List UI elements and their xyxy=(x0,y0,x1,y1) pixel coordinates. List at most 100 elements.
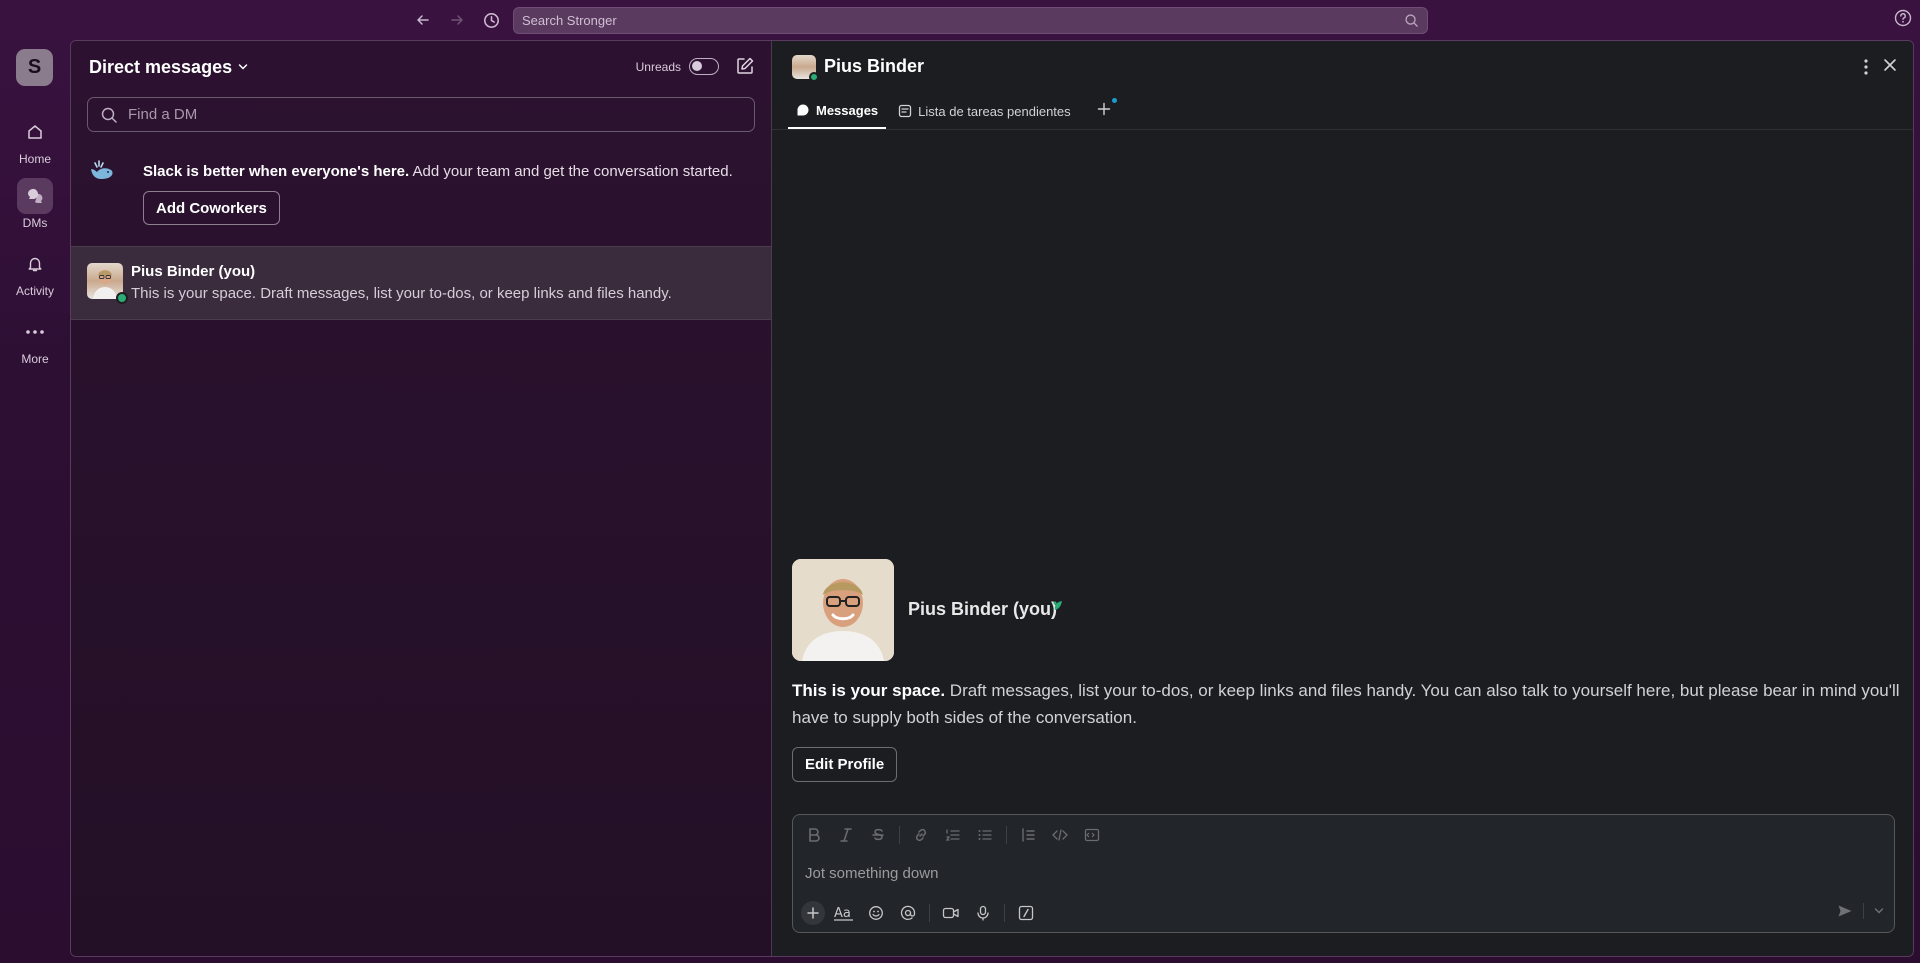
unreads-label: Unreads xyxy=(635,59,681,74)
conversation-title[interactable]: Pius Binder xyxy=(824,56,924,77)
italic-button[interactable] xyxy=(833,823,859,847)
arrow-right-icon xyxy=(451,15,463,25)
toolbar-separator xyxy=(1006,826,1007,844)
search-icon xyxy=(1405,14,1418,27)
forward-button[interactable] xyxy=(444,8,470,32)
profile-photo[interactable] xyxy=(792,559,894,661)
plus-icon xyxy=(807,907,819,919)
bold-icon xyxy=(809,828,820,842)
history-button[interactable] xyxy=(478,8,504,32)
link-icon xyxy=(915,828,927,842)
add-tab-button[interactable] xyxy=(1097,97,1117,121)
svg-text:Aa: Aa xyxy=(834,906,851,921)
ordered-list-button[interactable] xyxy=(940,823,966,847)
search-placeholder: Search Stronger xyxy=(522,13,617,28)
code-block-button[interactable] xyxy=(1079,823,1105,847)
blockquote-button[interactable] xyxy=(1015,823,1041,847)
video-clip-button[interactable] xyxy=(938,901,964,925)
dm-list-title[interactable]: Direct messages xyxy=(89,57,232,78)
tab-messages[interactable]: Messages xyxy=(788,93,887,129)
edit-profile-button[interactable]: Edit Profile xyxy=(792,747,898,782)
find-dm-input[interactable]: Find a DM xyxy=(87,97,755,132)
code-icon xyxy=(1052,829,1068,841)
message-input[interactable]: Jot something down xyxy=(805,865,938,882)
intro-text: This is your space. Draft messages, list… xyxy=(792,677,1912,731)
blockquote-icon xyxy=(1022,828,1035,842)
profile-name[interactable]: Pius Binder (you) xyxy=(908,599,1057,620)
whale-icon xyxy=(91,160,113,179)
canvas-doc-icon xyxy=(899,104,912,118)
emoji-button[interactable] xyxy=(863,901,889,925)
workspace-rail: S Home DMs Activity More xyxy=(0,40,70,963)
slash-command-icon xyxy=(1018,905,1034,921)
invite-promo-rest: Add your team and get the conversation s… xyxy=(409,163,733,180)
link-button[interactable] xyxy=(908,823,934,847)
rail-item-activity[interactable]: Activity xyxy=(10,246,60,298)
bold-button[interactable] xyxy=(801,823,827,847)
toolbar-separator xyxy=(899,826,900,844)
main-panel: Direct messages Unreads Find a DM Slack … xyxy=(70,40,1914,957)
audio-clip-button[interactable] xyxy=(970,901,996,925)
code-button[interactable] xyxy=(1047,823,1073,847)
strikethrough-button[interactable] xyxy=(865,823,891,847)
intro-rest: Draft messages, list your to-dos, or kee… xyxy=(792,681,1900,727)
message-bubble-icon xyxy=(797,104,809,116)
message-composer[interactable]: Jot something down Aa xyxy=(792,814,1895,933)
toolbar-separator xyxy=(1004,904,1005,922)
plus-icon xyxy=(1097,102,1110,115)
send-icon[interactable] xyxy=(1837,903,1853,919)
chevron-down-icon[interactable] xyxy=(238,63,248,71)
tab-todo-list[interactable]: Lista de tareas pendientes xyxy=(890,93,1079,129)
tabs-divider xyxy=(772,129,1913,130)
send-separator xyxy=(1863,903,1864,919)
conversation-header: Pius Binder xyxy=(772,41,1913,93)
intro-bold: This is your space. xyxy=(792,681,946,700)
add-coworkers-button[interactable]: Add Coworkers xyxy=(143,191,280,225)
dm-item-name: Pius Binder (you) xyxy=(131,263,256,280)
workspace-switcher[interactable]: S xyxy=(16,49,53,86)
invite-promo-bold: Slack is better when everyone's here. xyxy=(143,163,410,180)
microphone-icon xyxy=(977,905,989,921)
chat-bubbles-icon xyxy=(28,189,43,203)
close-icon[interactable] xyxy=(1881,56,1899,74)
help-icon[interactable] xyxy=(1894,9,1912,27)
conversation-tabs: Messages Lista de tareas pendientes xyxy=(788,93,1117,129)
dm-list-item[interactable]: Pius Binder (you) This is your space. Dr… xyxy=(71,246,771,320)
clock-icon xyxy=(483,12,499,28)
smiley-icon xyxy=(869,906,883,920)
conversation-pane: Pius Binder Messages Lista de tareas pen… xyxy=(772,41,1913,956)
at-sign-icon xyxy=(900,905,916,921)
attach-button[interactable] xyxy=(801,901,825,925)
video-camera-icon xyxy=(942,907,959,919)
rail-item-more[interactable]: More xyxy=(10,314,60,366)
online-status-icon xyxy=(809,72,819,82)
ordered-list-icon xyxy=(945,829,960,841)
strikethrough-icon xyxy=(872,828,884,841)
rail-item-home[interactable]: Home xyxy=(10,114,60,166)
toolbar-separator xyxy=(929,904,930,922)
invite-promo-text: Slack is better when everyone's here. Ad… xyxy=(143,163,733,180)
text-format-icon: Aa xyxy=(834,906,853,921)
mention-button[interactable] xyxy=(895,901,921,925)
unreads-filter: Unreads xyxy=(636,58,719,75)
chevron-down-icon[interactable] xyxy=(1874,907,1884,915)
search-bar[interactable]: Search Stronger xyxy=(513,7,1428,34)
person-photo-icon xyxy=(792,559,894,661)
unreads-toggle[interactable] xyxy=(689,58,719,75)
shortcuts-button[interactable] xyxy=(1013,901,1039,925)
italic-icon xyxy=(840,828,852,842)
online-status-icon xyxy=(116,292,128,304)
rail-item-dms[interactable]: DMs xyxy=(10,178,60,230)
rail-item-label: DMs xyxy=(22,216,48,230)
rail-item-label: Home xyxy=(18,152,51,166)
new-indicator-dot xyxy=(1111,97,1117,103)
bullet-list-button[interactable] xyxy=(972,823,998,847)
compose-icon[interactable] xyxy=(735,56,755,76)
formatting-toggle-button[interactable]: Aa xyxy=(831,901,857,925)
search-icon xyxy=(101,107,117,123)
history-nav xyxy=(410,8,504,32)
more-dots-icon xyxy=(26,330,44,334)
kebab-menu-icon[interactable] xyxy=(1863,57,1869,77)
back-button[interactable] xyxy=(410,8,436,32)
dm-list-pane: Direct messages Unreads Find a DM Slack … xyxy=(71,41,772,956)
